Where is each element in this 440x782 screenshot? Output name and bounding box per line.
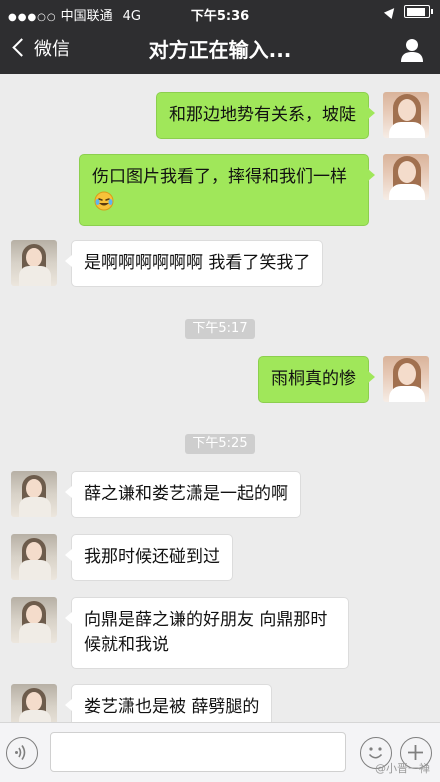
- my-avatar[interactable]: [383, 154, 429, 200]
- chat-info-button[interactable]: [398, 36, 426, 64]
- voice-icon: [15, 745, 26, 760]
- status-time: 下午5:36: [190, 9, 250, 24]
- person-icon: [401, 39, 423, 62]
- chat-title: 对方正在输入...: [148, 38, 292, 62]
- crying-laughing-emoji-icon: [94, 191, 114, 211]
- message-bubble-incoming[interactable]: 薛之谦和娄艺潇是一起的啊: [65, 471, 301, 518]
- input-bar: @小晋一禅: [0, 722, 440, 782]
- watermark: @小晋一禅: [375, 762, 430, 775]
- contact-avatar[interactable]: [11, 240, 57, 286]
- my-avatar[interactable]: [383, 92, 429, 138]
- location-arrow-icon: [383, 4, 399, 19]
- voice-input-button[interactable]: [6, 737, 38, 769]
- timestamp-divider: 下午5:25: [0, 432, 440, 454]
- contact-avatar[interactable]: [11, 471, 57, 517]
- message-bubble-incoming[interactable]: 我那时候还碰到过: [65, 534, 233, 581]
- contact-avatar[interactable]: [11, 684, 57, 722]
- message-bubble-outgoing[interactable]: 和那边地势有关系，坡陡: [156, 92, 375, 139]
- message-text: 伤口图片我看了，摔得和我们一样: [92, 167, 347, 187]
- message-list[interactable]: 和那边地势有关系，坡陡 伤口图片我看了，摔得和我们一样 是啊啊啊啊啊啊 我看了笑…: [0, 74, 440, 722]
- message-input[interactable]: [50, 732, 346, 772]
- message-bubble-incoming[interactable]: 向鼎是薛之谦的好朋友 向鼎那时候就和我说: [65, 597, 349, 669]
- contact-avatar[interactable]: [11, 534, 57, 580]
- timestamp-divider: 下午5:17: [0, 317, 440, 339]
- timestamp-text: 下午5:17: [185, 319, 255, 339]
- timestamp-text: 下午5:25: [185, 434, 255, 454]
- contact-avatar[interactable]: [11, 597, 57, 643]
- battery-icon: [404, 5, 433, 18]
- status-bar: ●●●○○ 中国联通 4G 下午5:36: [0, 0, 440, 26]
- status-right: [383, 4, 433, 19]
- my-avatar[interactable]: [383, 356, 429, 402]
- message-bubble-outgoing[interactable]: 伤口图片我看了，摔得和我们一样: [79, 154, 375, 226]
- message-bubble-incoming[interactable]: 娄艺潇也是被 薛劈腿的: [64, 684, 273, 722]
- message-bubble-incoming[interactable]: 是啊啊啊啊啊啊 我看了笑我了: [64, 240, 324, 287]
- chat-header: 微信 对方正在输入...: [0, 26, 440, 74]
- message-bubble-outgoing[interactable]: 雨桐真的惨: [258, 356, 375, 403]
